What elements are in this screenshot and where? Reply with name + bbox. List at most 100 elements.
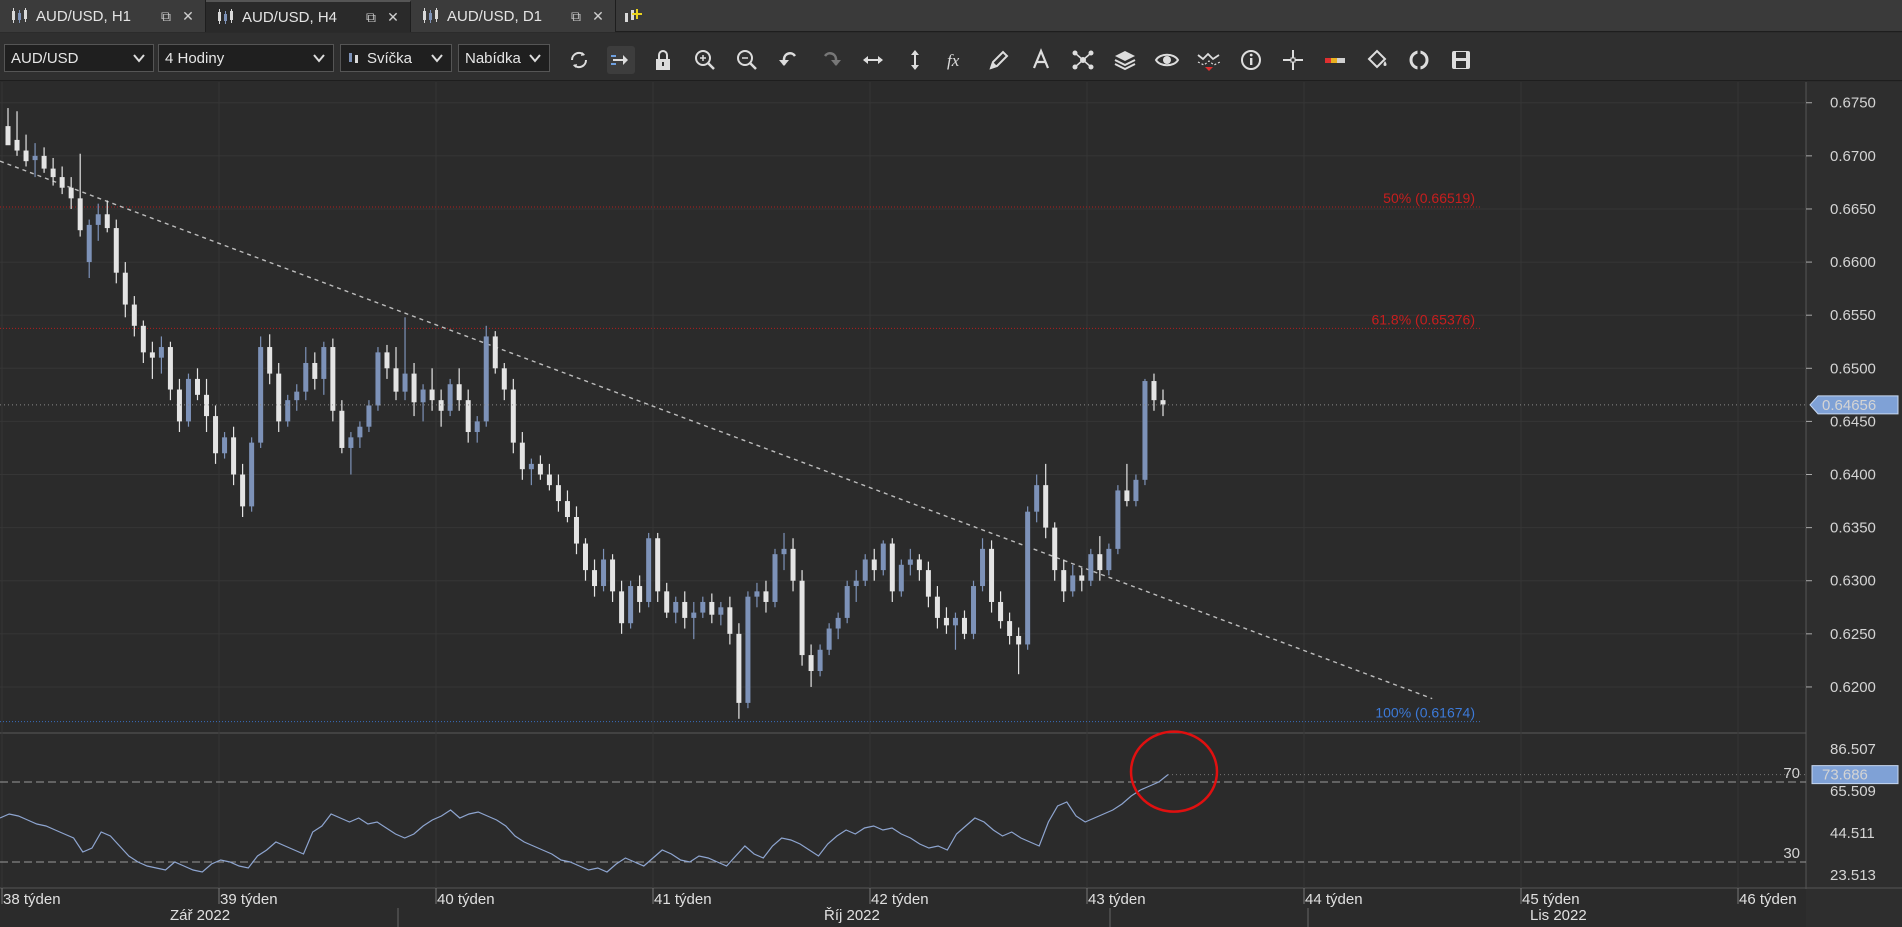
price-tick-label: 0.6700 (1830, 148, 1876, 165)
alerts-button[interactable] (1195, 46, 1223, 74)
candle-body (204, 394, 210, 417)
horizontal-scale-button[interactable] (859, 46, 887, 74)
period-select[interactable]: 4 Hodiny (158, 44, 334, 72)
candle-body (447, 384, 453, 411)
close-icon[interactable]: ✕ (386, 10, 400, 24)
redo-button[interactable] (817, 46, 845, 74)
candle-body (980, 548, 986, 587)
crosshair-icon (1283, 50, 1303, 70)
layers-button[interactable] (1111, 46, 1139, 74)
week-label: 44 týden (1305, 891, 1363, 908)
indicators-fx-icon: fx (947, 51, 960, 70)
instrument-select[interactable]: AUD/USD (4, 44, 154, 72)
zoom-out-button[interactable] (733, 46, 761, 74)
template-button[interactable] (1405, 46, 1433, 74)
candle-body (754, 591, 760, 597)
close-icon[interactable]: ✕ (181, 9, 195, 23)
candle-body (420, 389, 426, 403)
candle-body (727, 607, 733, 634)
draw-button[interactable] (985, 46, 1013, 74)
candle-body (510, 389, 516, 443)
lock-button[interactable] (649, 46, 677, 74)
paint-bucket-button[interactable] (1363, 46, 1391, 74)
candle-body (86, 224, 92, 263)
candle-body (583, 543, 588, 571)
candle-body (709, 601, 715, 615)
candle-body (501, 368, 507, 390)
candle-body (998, 601, 1004, 622)
undock-icon[interactable]: ⧉ (569, 9, 583, 23)
price-tick-label: 0.6650 (1830, 201, 1876, 218)
candle-body (916, 559, 922, 571)
candle-body (907, 559, 913, 565)
price-chart[interactable]: 0.6750 0.6700 0.6650 0.6600 0.6550 0.6500 0.64… (0, 82, 1902, 927)
candle-body (474, 421, 480, 433)
candle-body (781, 548, 787, 555)
fib-level-label: 100% (0.61674) (1375, 705, 1475, 721)
candle-body (772, 554, 778, 602)
candle-body (889, 543, 895, 592)
crosshair-button[interactable] (1279, 46, 1307, 74)
candle-body (844, 586, 850, 618)
candle-body (1061, 570, 1067, 592)
candle-body (213, 416, 219, 454)
candle-body (59, 177, 65, 188)
undock-icon[interactable]: ⧉ (159, 9, 173, 23)
undo-button[interactable] (775, 46, 803, 74)
candle-body (700, 601, 706, 613)
info-button[interactable] (1237, 46, 1265, 74)
chevron-down-icon (133, 54, 145, 63)
refresh-button[interactable] (565, 46, 593, 74)
candle-body (519, 442, 525, 470)
zoom-in-button[interactable] (691, 46, 719, 74)
chart-type-select[interactable]: Svíčka (340, 44, 452, 72)
candle-body (222, 437, 228, 454)
vertical-scale-button[interactable] (901, 46, 929, 74)
price-side-select[interactable]: Nabídka (458, 44, 550, 72)
candle-body (610, 559, 616, 592)
chevron-down-icon (529, 54, 541, 63)
tab-aud-usd-d1[interactable]: AUD/USD, D1 ⧉ ✕ (411, 0, 616, 32)
candle-body (1133, 479, 1139, 502)
candle-body (411, 373, 417, 403)
candlestick-icon (423, 8, 438, 23)
template-icon (1409, 49, 1429, 71)
tab-aud-usd-h4[interactable]: AUD/USD, H4 ⧉ ✕ (206, 0, 411, 32)
week-label: 46 týden (1739, 891, 1797, 908)
rsi-tick-label: 44.511 (1830, 825, 1875, 842)
new-chart-button[interactable] (616, 0, 650, 32)
candle-body (294, 391, 300, 401)
indicators-button[interactable]: fx (943, 46, 971, 74)
candle-body (240, 474, 246, 507)
tab-aud-usd-h1[interactable]: AUD/USD, H1 ⧉ ✕ (0, 0, 206, 32)
candle-body (113, 228, 119, 273)
candle-body (140, 325, 146, 353)
close-icon[interactable]: ✕ (591, 9, 605, 23)
chart-area[interactable]: 0.6750 0.6700 0.6650 0.6600 0.6550 0.6500 0.64… (0, 82, 1902, 927)
candle-body (763, 591, 769, 602)
candle-body (122, 272, 128, 305)
chevron-down-icon (313, 54, 325, 63)
candle-body (77, 198, 83, 231)
candle-body (989, 548, 995, 602)
month-label: Zář 2022 (170, 907, 230, 924)
candle-body (637, 586, 643, 602)
autoshift-button[interactable] (607, 46, 635, 74)
undock-icon[interactable]: ⧉ (364, 10, 378, 24)
candle-body (1070, 575, 1076, 592)
save-button[interactable] (1447, 46, 1475, 74)
candle-body (592, 570, 598, 587)
rsi-tick-label: 65.509 (1830, 783, 1876, 800)
candle-body (1106, 548, 1112, 571)
candle-body (862, 559, 868, 581)
candle-body (628, 586, 634, 624)
text-tool-button[interactable] (1027, 46, 1055, 74)
candle-body (1142, 381, 1148, 480)
candle-body (185, 378, 191, 422)
candle-body (943, 617, 949, 626)
color-bar-button[interactable] (1321, 46, 1349, 74)
pattern-button[interactable] (1069, 46, 1097, 74)
visibility-button[interactable] (1153, 46, 1181, 74)
text-tool-icon (1032, 48, 1050, 69)
price-tick-label: 0.6550 (1830, 307, 1876, 324)
